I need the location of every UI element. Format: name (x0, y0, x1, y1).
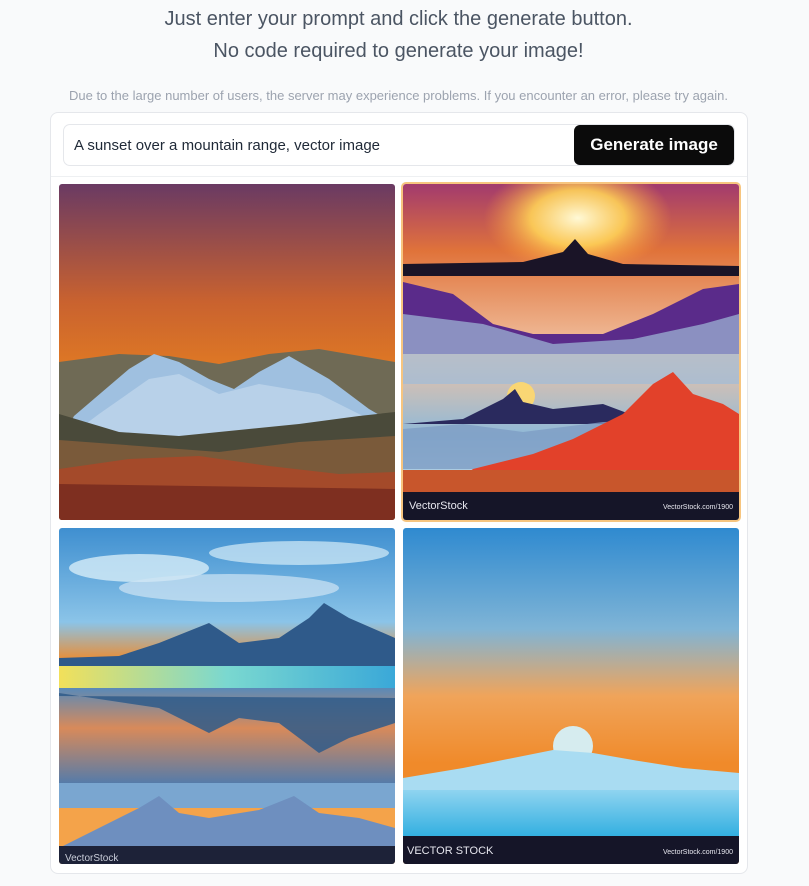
watermark-right: VectorStock.com/1900 (663, 849, 733, 856)
headline-line-2: No code required to generate your image! (213, 40, 584, 62)
generated-image-3[interactable]: VectorStock (59, 528, 395, 864)
divider (51, 176, 747, 177)
generated-image-2[interactable]: VectorStock VectorStock.com/1900 (401, 182, 741, 522)
generate-image-button[interactable]: Generate image (574, 125, 734, 165)
watermark-left: VectorStock (409, 500, 468, 512)
generated-image-1[interactable] (59, 184, 395, 520)
lake-reflection-illustration: VectorStock (59, 528, 395, 864)
generator-card: Generate image (50, 112, 748, 874)
watermark-left: VectorStock (65, 853, 119, 864)
watermark-left: VECTOR STOCK (407, 845, 494, 857)
sunset-mountain-illustration (59, 184, 395, 520)
sunrise-mountain-illustration: VECTOR STOCK VectorStock.com/1900 (403, 528, 739, 864)
prompt-bar: Generate image (63, 124, 735, 166)
generated-image-4[interactable]: VECTOR STOCK VectorStock.com/1900 (403, 528, 739, 864)
headline-line-1: Just enter your prompt and click the gen… (164, 8, 633, 30)
sunset-mountain-illustration: VectorStock VectorStock.com/1900 (403, 184, 739, 520)
prompt-input[interactable] (64, 125, 574, 165)
server-notice: Due to the large number of users, the se… (68, 88, 728, 103)
watermark-right: VectorStock.com/1900 (663, 504, 733, 511)
